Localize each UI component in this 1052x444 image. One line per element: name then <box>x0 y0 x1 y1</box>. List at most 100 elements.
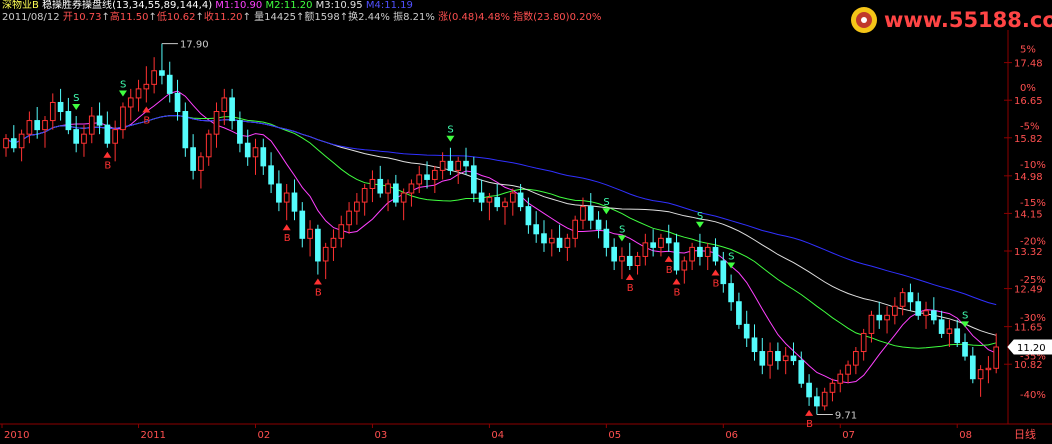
candle-down <box>494 197 501 208</box>
sell-signal-marker <box>118 90 127 97</box>
candle-up <box>26 120 33 135</box>
candle-down <box>182 111 189 149</box>
candle-up <box>782 355 789 362</box>
buy-signal-label: B <box>315 288 322 299</box>
buy-signal-marker <box>711 269 720 276</box>
date-tick-label: 02 <box>258 430 271 441</box>
sell-signal-label: S <box>73 93 79 104</box>
candle-up <box>619 255 625 262</box>
candle-up <box>821 391 828 407</box>
candle-up <box>845 364 851 375</box>
candle-down <box>728 283 734 303</box>
candle-down <box>478 192 485 203</box>
candle-up <box>860 332 867 353</box>
quote-amount: 额1598 <box>304 12 340 23</box>
candle-down <box>57 101 64 113</box>
candle-up <box>42 120 48 131</box>
candle-down <box>595 219 602 230</box>
candle-down <box>969 355 976 380</box>
candle-down <box>790 355 797 362</box>
high-annotation-label: 17.90 <box>180 40 209 51</box>
buy-signal-label: B <box>284 233 291 244</box>
candle-up <box>884 314 890 321</box>
buy-signal-label: B <box>104 161 111 172</box>
candle-up <box>221 97 228 113</box>
low-annotation-label: 9.71 <box>835 410 857 421</box>
candle-down <box>447 160 454 171</box>
date-tick-label: 2011 <box>141 430 166 441</box>
candle-up <box>322 246 329 262</box>
sell-signal-marker <box>961 321 970 328</box>
candle-up <box>198 156 204 171</box>
buy-signal-label: B <box>674 288 681 299</box>
date-tick-label: 07 <box>842 430 855 441</box>
percent-tick-label: -40% <box>1020 390 1046 401</box>
candle-up <box>252 147 259 158</box>
percent-tick-label: -30% <box>1020 313 1046 324</box>
candle-down <box>10 138 17 149</box>
candle-down <box>237 120 243 144</box>
candle-up <box>946 328 953 334</box>
candle-up <box>346 210 352 226</box>
candle-down <box>743 323 750 339</box>
candle-down <box>463 160 469 167</box>
sell-signal-marker <box>727 262 736 269</box>
candle-up <box>689 246 695 262</box>
candle-down <box>276 183 282 203</box>
sell-signal-label: S <box>697 211 703 222</box>
candle-down <box>720 260 727 285</box>
ma3-value: M3:10.95 <box>315 0 363 11</box>
candle-up <box>704 246 711 257</box>
candle-up <box>151 70 157 85</box>
candle-down <box>759 351 766 366</box>
buy-signal-label: B <box>713 278 720 289</box>
candle-down <box>393 183 399 203</box>
candle-down <box>73 129 80 144</box>
candle-down <box>673 242 680 271</box>
candle-down <box>159 70 165 76</box>
candle-down <box>556 237 563 248</box>
candlestick-chart[interactable]: 17.48 16.65 15.82 14.98 14.15 13.32 12.49 11.65… <box>0 0 1052 444</box>
candle-up <box>49 101 56 122</box>
candle-down <box>775 351 781 362</box>
candle-down <box>96 115 103 126</box>
percent-tick-label: -5% <box>1020 121 1039 132</box>
ma2-line <box>5 114 997 349</box>
candle-up <box>899 292 906 307</box>
ma3-line <box>5 114 997 336</box>
ma2-value: M2:11.20 <box>265 0 313 11</box>
candle-down <box>650 242 656 248</box>
buy-signal-label: B <box>627 283 634 294</box>
sell-signal-label: S <box>619 224 625 235</box>
candle-down <box>470 165 477 194</box>
candle-up <box>354 201 360 212</box>
candle-up <box>439 160 446 171</box>
price-tick-label: 17.48 <box>1014 59 1043 70</box>
candle-up <box>3 138 9 149</box>
candle-down <box>315 228 321 262</box>
price-tick-label: 13.32 <box>1014 247 1043 258</box>
candle-down <box>954 328 961 343</box>
candle-down <box>751 337 758 353</box>
candle-up <box>923 310 929 316</box>
candle-down <box>260 147 267 167</box>
candle-up <box>486 197 493 203</box>
site-logo: www.55188.com <box>848 4 1052 36</box>
candle-up <box>416 174 423 185</box>
candle-up <box>120 106 126 131</box>
price-tick-label: 14.98 <box>1014 172 1043 183</box>
candle-down <box>962 341 968 357</box>
candle-up <box>307 228 313 239</box>
candle-down <box>736 301 742 325</box>
quote-index-change: 指数(23.80)0.20% <box>513 12 602 23</box>
candle-down <box>587 206 594 221</box>
candle-up <box>283 192 290 203</box>
buy-signal-marker <box>282 224 291 231</box>
quote-close: 收11.20 <box>203 12 243 23</box>
quote-bar: 2011/08/12 开10.73↑高11.50↑低10.62↑收11.20↑ … <box>2 12 602 23</box>
candle-up <box>330 237 337 248</box>
candle-up <box>143 83 150 90</box>
date-tick-label: 03 <box>374 430 387 441</box>
date-tick-label: 04 <box>491 430 504 441</box>
candle-up <box>205 133 212 158</box>
